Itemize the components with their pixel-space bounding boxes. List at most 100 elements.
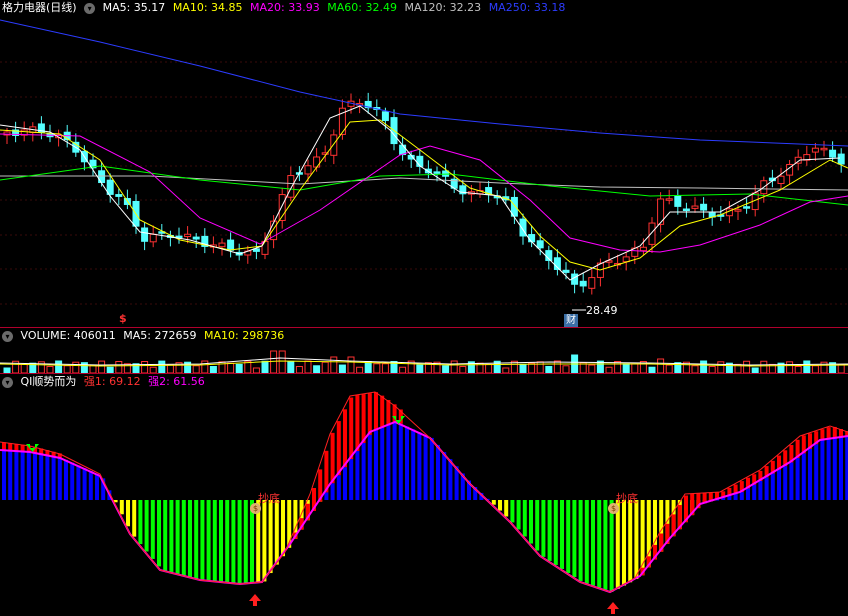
candle-body [743, 206, 751, 209]
indicator-bar [194, 500, 199, 579]
indicator-bar [132, 500, 137, 537]
indicator-bar [51, 456, 56, 500]
volume-panel[interactable]: ▾ VOLUME: 406011 MA5: 272659 MA10: 29873… [0, 328, 848, 373]
indicator-bar [820, 439, 825, 500]
indicator-bar [88, 470, 93, 500]
volume-bar [442, 365, 450, 373]
strength-bar [820, 429, 825, 440]
indicator-bar [615, 500, 620, 589]
indicator-bar [95, 473, 99, 500]
indicator-bar [274, 500, 279, 565]
strength-bar [367, 393, 372, 435]
indicator-bar [814, 444, 819, 500]
volume-bar [803, 360, 811, 373]
ma120-line [0, 175, 848, 191]
indicator-bar [138, 500, 143, 545]
chevron-down-icon[interactable]: ▾ [2, 376, 13, 388]
volume-bar [98, 360, 106, 373]
indicator-bar [76, 465, 81, 500]
indicator-bar [839, 437, 843, 500]
candle-body [304, 165, 312, 175]
dollar-marker[interactable]: $ [119, 312, 127, 325]
indicator-bar [26, 451, 31, 500]
indicator-bar [14, 450, 19, 500]
volume-bar [381, 363, 389, 373]
indicator-bar [423, 435, 428, 500]
indicator-bar [405, 426, 409, 500]
volume-bar [141, 360, 149, 373]
volume-bar [485, 363, 493, 373]
indicator-bar [324, 492, 329, 500]
volume-bar [450, 360, 458, 373]
indicator-bar [126, 500, 130, 527]
chevron-down-icon[interactable]: ▾ [84, 2, 96, 14]
volume-bar [553, 360, 561, 373]
indicator-bar [770, 473, 775, 500]
volume-bar [717, 361, 725, 373]
candle-body [562, 269, 570, 273]
indicator-bar [739, 492, 744, 500]
indicator-bar [64, 459, 68, 500]
candle-body [837, 153, 845, 165]
indicator-chart[interactable] [0, 374, 848, 616]
indicator-bar [181, 500, 186, 576]
cai-badge[interactable]: 财 [564, 314, 578, 327]
volume-bar [665, 364, 673, 373]
indicator-bar [262, 500, 267, 582]
volume-bar [837, 364, 845, 373]
volume-bar [192, 365, 200, 373]
ma120-label: MA120: 32.23 [404, 1, 482, 14]
indicator-s1: 强1: 69.12 [83, 375, 141, 388]
strength-bar [20, 444, 25, 452]
volume-bar [201, 360, 209, 373]
buy-arrow-icon [249, 594, 261, 606]
indicator-bar [225, 500, 230, 583]
indicator-bar [634, 500, 639, 579]
candle-body [184, 233, 192, 238]
low-price-label: 28.49 [586, 304, 618, 317]
indicator-bar [361, 442, 366, 500]
stock-title: 格力电器(日线) [2, 1, 77, 14]
ma250-label: MA250: 33.18 [488, 1, 566, 14]
indicator-bar [367, 434, 372, 500]
strength-bar [386, 399, 391, 426]
indicator-bar [510, 500, 515, 523]
candlestick-chart[interactable] [0, 0, 848, 327]
volume-bar [270, 350, 278, 373]
volume-bar [631, 363, 639, 373]
indicator-bar [411, 429, 416, 500]
strength-bar [380, 395, 385, 428]
volume-bar [347, 356, 355, 373]
candle-body [682, 208, 690, 212]
chevron-down-icon[interactable]: ▾ [2, 330, 13, 342]
volume-bar [72, 361, 80, 373]
indicator-bar [349, 459, 354, 500]
price-panel[interactable]: 格力电器(日线) ▾ MA5: 35.17 MA10: 34.85 MA20: … [0, 0, 848, 327]
indicator-bar [163, 500, 168, 571]
candle-body [287, 175, 295, 198]
volume-bar [166, 364, 174, 373]
candle-body [777, 175, 785, 184]
indicator-bar [529, 500, 533, 544]
indicator-bar [628, 500, 633, 583]
indicator-bar [504, 500, 509, 517]
volume-bar [115, 360, 123, 373]
indicator-bar [206, 500, 211, 581]
indicator-bar [200, 500, 205, 581]
indicator-bar [8, 450, 13, 500]
candle-body [674, 195, 682, 207]
volume-bar [235, 363, 243, 373]
volume-bar [63, 365, 71, 373]
candle-body [528, 234, 536, 243]
volume-bar [536, 361, 544, 373]
indicator-bar [157, 500, 161, 567]
strength-bar [2, 442, 6, 451]
indicator-panel[interactable]: ▾ QI顺势而为 强1: 69.12 强2: 61.56 抄底 抄底 $ $ [0, 374, 848, 616]
indicator-bar [386, 425, 391, 500]
volume-bar [691, 365, 699, 373]
indicator-bar [330, 483, 335, 500]
strength-bar [14, 443, 19, 451]
indicator-title: QI顺势而为 [20, 375, 77, 388]
candle-body [588, 277, 596, 289]
strength-bar [336, 421, 341, 476]
